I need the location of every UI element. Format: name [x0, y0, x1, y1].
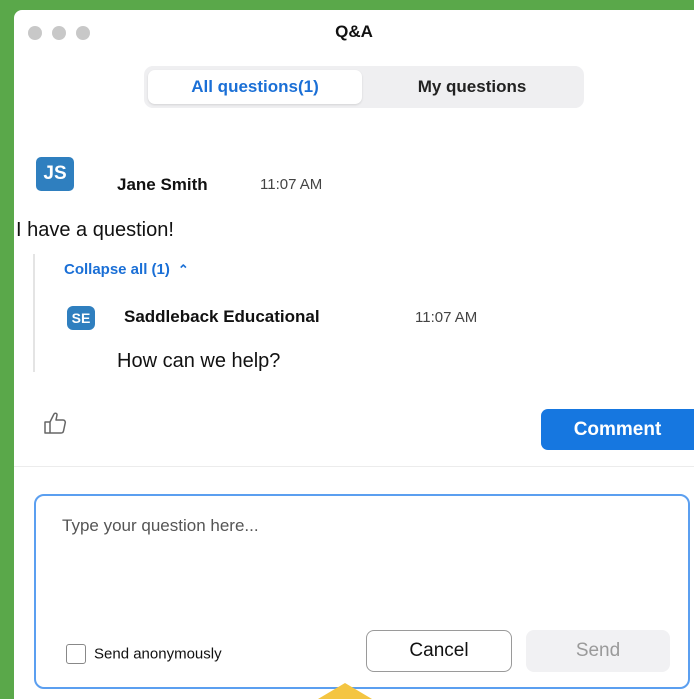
window-title: Q&A — [335, 22, 373, 41]
collapse-all-label: Collapse all (1) — [64, 261, 170, 278]
comment-button[interactable]: Comment — [541, 409, 694, 450]
reply-author: Saddleback Educational — [124, 307, 320, 326]
question-input[interactable]: Type your question here... — [62, 516, 259, 536]
question-composer: Type your question here... Send anonymou… — [34, 494, 690, 689]
cancel-button[interactable]: Cancel — [366, 630, 512, 672]
avatar: JS — [36, 157, 74, 191]
question-text: I have a question! — [16, 219, 174, 241]
question-filter-tabs: All questions(1) My questions — [144, 66, 584, 108]
tab-my-questions[interactable]: My questions — [364, 70, 580, 104]
tab-all-questions[interactable]: All questions(1) — [148, 70, 362, 104]
chevron-up-icon: ⌃ — [177, 262, 189, 277]
thumbs-up-icon[interactable] — [42, 410, 68, 436]
reply-text: How can we help? — [117, 350, 281, 372]
title-bar: Q&A — [14, 10, 694, 54]
section-divider — [14, 466, 694, 467]
send-button[interactable]: Send — [526, 630, 670, 672]
avatar: SE — [67, 306, 95, 330]
reply-time: 11:07 AM — [415, 309, 478, 326]
question-time: 11:07 AM — [260, 176, 323, 193]
pointer-arrow-icon — [318, 683, 372, 699]
collapse-all-link[interactable]: Collapse all (1) ⌃ — [64, 261, 189, 278]
qa-window: Q&A All questions(1) My questions JS Jan… — [14, 10, 694, 699]
checkbox-box[interactable] — [66, 644, 86, 664]
question-author: Jane Smith — [117, 175, 208, 194]
send-anonymously-label: Send anonymously — [94, 645, 222, 663]
thread-divider — [33, 254, 35, 372]
send-anonymously-checkbox[interactable]: Send anonymously — [66, 644, 222, 664]
